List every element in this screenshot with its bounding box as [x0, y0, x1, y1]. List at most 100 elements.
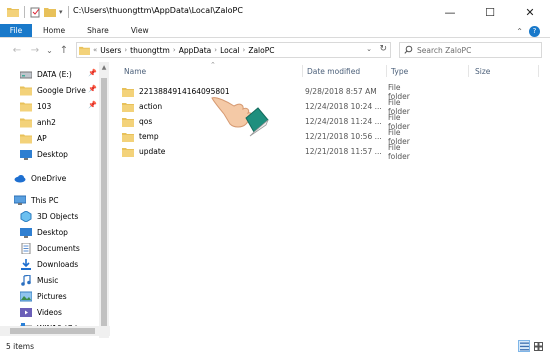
sidebar-item-desktop-quick[interactable]: Desktop — [20, 146, 68, 162]
maximize-button[interactable]: ☐ — [470, 0, 510, 24]
large-icons-view-icon — [533, 341, 543, 351]
back-button[interactable]: ← — [9, 42, 25, 58]
videos-icon — [20, 307, 32, 317]
breadcrumb-separator[interactable]: › — [173, 46, 176, 54]
sidebar-item-anh2[interactable]: anh2 — [20, 114, 56, 130]
sidebar-item-label: Desktop — [37, 227, 68, 237]
tab-share[interactable]: Share — [76, 24, 120, 37]
tab-home[interactable]: Home — [32, 24, 76, 37]
breadcrumb-overflow[interactable]: « — [93, 46, 97, 54]
sidebar-item-3d-objects[interactable]: 3D Objects — [20, 208, 78, 224]
up-button[interactable]: ↑ — [56, 42, 72, 58]
status-bar: 5 items — [0, 338, 550, 354]
customize-toolbar-icon[interactable]: ▾ — [59, 8, 63, 16]
search-input[interactable]: Search ZaloPC — [399, 42, 542, 58]
breadcrumb-separator[interactable]: › — [124, 46, 127, 54]
tab-view[interactable]: View — [120, 24, 160, 37]
column-header-type[interactable]: Type — [391, 67, 408, 76]
sidebar-item-google-drive[interactable]: Google Drive — [20, 82, 86, 98]
sidebar-item-label: Downloads — [37, 259, 79, 269]
window-title: C:\Users\thuongttm\AppData\Local\ZaloPC — [73, 6, 243, 15]
desktop-icon — [20, 227, 32, 238]
sidebar-item-data-e[interactable]: DATA (E:) — [20, 66, 72, 82]
file-date: 12/21/2018 10:56 ... — [305, 132, 382, 141]
scroll-up-arrow[interactable]: ▲ — [100, 64, 108, 72]
column-header-date-modified[interactable]: Date modified — [307, 67, 360, 76]
pin-icon: 📌 — [88, 85, 97, 93]
navigation-pane-vertical-scrollbar[interactable]: ▲ ▼ — [99, 62, 109, 338]
column-header-size[interactable]: Size — [475, 67, 490, 76]
music-icon — [21, 274, 31, 286]
sidebar-item-label: Videos — [37, 307, 62, 317]
address-bar[interactable]: « Users › thuongttm › AppData › Local › … — [76, 42, 391, 58]
scrollbar-thumb[interactable] — [10, 328, 95, 334]
breadcrumb-zalopc[interactable]: ZaloPC — [248, 46, 274, 55]
file-date: 12/24/2018 10:24 ... — [305, 102, 382, 111]
ribbon-collapse-icon[interactable]: ⌃ — [516, 27, 523, 36]
large-icons-view-button[interactable] — [532, 340, 544, 352]
navigation-pane-horizontal-scrollbar[interactable] — [0, 326, 110, 336]
tab-file[interactable]: File — [0, 24, 32, 37]
address-dropdown-icon[interactable]: ⌄ — [366, 45, 372, 53]
column-divider[interactable] — [538, 65, 539, 77]
breadcrumb-separator[interactable]: › — [243, 46, 246, 54]
folder-icon — [20, 134, 32, 143]
minimize-button[interactable]: — — [430, 0, 470, 24]
forward-button[interactable]: → — [27, 42, 43, 58]
item-count: 5 items — [6, 341, 35, 351]
breadcrumb-appdata[interactable]: AppData — [179, 46, 212, 55]
search-placeholder: Search ZaloPC — [417, 45, 472, 55]
properties-icon[interactable] — [30, 7, 41, 18]
new-folder-icon[interactable] — [44, 7, 56, 17]
file-name: update — [139, 147, 166, 156]
sidebar-item-label: Pictures — [37, 291, 67, 301]
file-list: ⌃ Name Date modified Type Size 221388491… — [110, 61, 550, 338]
sidebar-item-desktop[interactable]: Desktop — [20, 224, 68, 240]
column-divider[interactable] — [468, 65, 469, 77]
pictures-icon — [20, 291, 32, 301]
sidebar-item-videos[interactable]: Videos — [20, 304, 62, 320]
details-view-button[interactable] — [518, 340, 530, 352]
breadcrumb-users[interactable]: Users — [100, 46, 121, 55]
sidebar-item-ap[interactable]: AP — [20, 130, 47, 146]
cube-icon — [20, 210, 32, 222]
sidebar-item-label: Google Drive — [37, 85, 86, 95]
ribbon-tabs: File Home Share View ⌃ ? — [0, 24, 550, 38]
folder-icon — [20, 118, 32, 127]
drive-icon — [20, 71, 32, 78]
sidebar-item-this-pc[interactable]: This PC — [14, 192, 58, 208]
table-row[interactable]: update 12/21/2018 11:57 ... File folder — [122, 142, 412, 161]
sidebar-item-label: AP — [37, 133, 47, 143]
column-header-name[interactable]: Name — [124, 67, 146, 76]
pointing-hand-icon — [211, 97, 269, 137]
column-divider[interactable] — [386, 65, 387, 77]
folder-icon — [122, 147, 134, 157]
sidebar-item-onedrive[interactable]: OneDrive — [14, 170, 66, 186]
sidebar-item-pictures[interactable]: Pictures — [20, 288, 67, 304]
folder-icon — [7, 8, 19, 17]
help-icon[interactable]: ? — [529, 25, 540, 37]
scrollbar-thumb[interactable] — [101, 78, 107, 333]
sidebar-item-documents[interactable]: Documents — [20, 240, 80, 256]
sidebar-item-music[interactable]: Music — [20, 272, 58, 288]
sidebar-item-downloads[interactable]: Downloads — [20, 256, 78, 272]
pin-icon: 📌 — [88, 69, 97, 77]
sidebar-item-103[interactable]: 103 — [20, 98, 51, 114]
desktop-icon — [20, 149, 32, 160]
column-divider[interactable] — [302, 65, 303, 77]
breadcrumb-local[interactable]: Local — [220, 46, 239, 55]
toolbar-divider — [24, 6, 25, 18]
recent-locations-dropdown[interactable]: ⌄ — [45, 42, 54, 58]
sidebar-item-label: 3D Objects — [37, 211, 79, 221]
folder-icon — [20, 86, 32, 95]
refresh-icon[interactable]: ↻ — [379, 44, 387, 54]
sidebar-item-label: DATA (E:) — [37, 69, 72, 79]
file-type: File folder — [388, 142, 410, 161]
sort-indicator: ⌃ — [210, 61, 216, 69]
sidebar-item-label: anh2 — [37, 117, 56, 127]
close-button[interactable]: ✕ — [510, 0, 550, 24]
breadcrumb-thuongttm[interactable]: thuongttm — [130, 46, 170, 55]
breadcrumb-separator[interactable]: › — [214, 46, 217, 54]
navigation-pane: DATA (E:) 📌 Google Drive 📌 103 📌 anh2 AP… — [0, 62, 110, 338]
quick-access-toolbar: ▾ — [7, 6, 71, 18]
